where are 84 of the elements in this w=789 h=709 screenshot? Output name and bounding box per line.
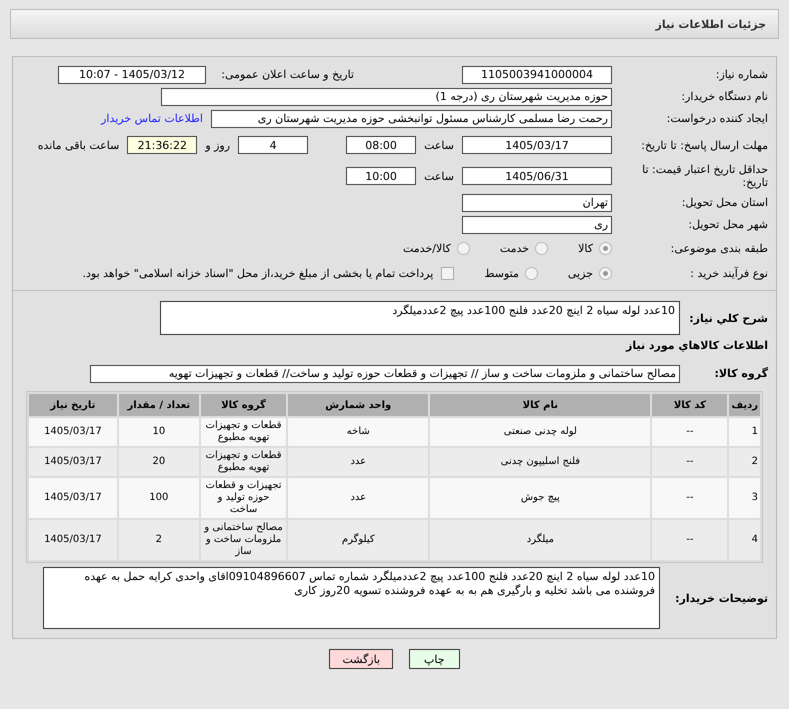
- table-cell: 1405/03/17: [29, 448, 117, 476]
- table-cell: 1405/03/17: [29, 418, 117, 446]
- radio-label: جزیی: [568, 266, 593, 280]
- table-cell: عدد: [288, 448, 428, 476]
- table-cell: فلنج اسلیپون چدنی: [430, 448, 650, 476]
- field-label: تاریخ و ساعت اعلان عمومی:: [220, 68, 355, 81]
- validity-date-field: 1405/06/31: [462, 167, 612, 185]
- province-field: تهران: [462, 194, 612, 212]
- table-cell: کیلوگرم: [288, 520, 428, 560]
- column-header: گروه کالا: [200, 394, 286, 416]
- column-header: تاریخ نیاز: [29, 394, 117, 416]
- need-number-field: 1105003941000004: [462, 66, 612, 84]
- deadline-date-field: 1405/03/17: [462, 136, 612, 154]
- radio-button[interactable]: [599, 242, 612, 254]
- column-header: کد کالا: [652, 394, 728, 416]
- field-label: شهر محل تحویل:: [687, 218, 768, 231]
- days-field: 4: [238, 136, 308, 154]
- back-button[interactable]: بازگشت: [329, 649, 394, 669]
- creator-field: رحمت رضا مسلمی کارشناس مسئول توانبخشی حوزه مدیریت شهرستان ری: [211, 110, 612, 128]
- table-cell: پیچ جوش: [430, 478, 650, 518]
- field-label: ایجاد کننده درخواست:: [666, 112, 768, 125]
- checkbox[interactable]: [441, 266, 454, 280]
- field-label: مهلت ارسال پاسخ: تا تاریخ:: [640, 138, 768, 152]
- field-label: استان محل تحویل:: [680, 196, 768, 209]
- table-cell: شاخه: [288, 418, 428, 446]
- column-header: ردیف: [729, 394, 760, 416]
- table-cell: 2: [118, 520, 199, 560]
- buyer-notes-field: 10عدد لوله سیاه 2 اینچ 20عدد فلنج 100عدد پیچ 2عددمیلگرد شماره تماس 09104896607اقای واحدی کرایه حمل به عهده فروشنده می باشد تخلیه و بارگیری هم به به عهده فروشنده تسویه 20روز کاری: [43, 567, 660, 629]
- page-title: جزئیات اطلاعات نیاز: [656, 18, 766, 30]
- announce-date-field: 1405/03/12 - 10:07: [58, 66, 206, 84]
- radio-label: خدمت: [500, 242, 530, 254]
- table-cell: --: [652, 448, 728, 476]
- table-cell: 1405/03/17: [29, 478, 117, 518]
- radio-button[interactable]: [599, 266, 612, 280]
- table-cell: 20: [118, 448, 199, 476]
- city-field: ری: [462, 216, 612, 234]
- table-cell: عدد: [288, 478, 428, 518]
- buyer-org-field: حوزه مدیریت شهرستان ری (درجه 1): [161, 88, 612, 106]
- table-cell: 1405/03/17: [29, 520, 117, 560]
- field-label: شماره نیاز:: [714, 68, 768, 81]
- radio-label: متوسط: [484, 266, 519, 280]
- field-label: گروه کالا:: [713, 367, 768, 380]
- remaining-time-field: 21:36:22: [127, 136, 198, 154]
- field-label: نوع فرآیند خرید :: [689, 266, 768, 280]
- section-title: اطلاعات كالاهاي مورد نياز: [624, 339, 768, 352]
- time-label: ساعت: [424, 138, 454, 152]
- table-cell: میلگرد: [430, 520, 650, 560]
- table-cell: تجهیزات و قطعات حوزه تولید و ساخت: [200, 478, 286, 518]
- radio-button[interactable]: [456, 242, 470, 254]
- validity-time-field: 10:00: [346, 167, 416, 185]
- buyer-contact-link[interactable]: اطلاعات تماس خریدار: [101, 112, 203, 125]
- radio-label: کالا/خدمت: [403, 242, 451, 254]
- table-cell: مصالح ساختمانی و ملزومات ساخت و ساز: [200, 520, 286, 560]
- table-cell: لوله چدنی صنعتی: [430, 418, 650, 446]
- deadline-time-field: 08:00: [346, 136, 416, 154]
- field-label: نام دستگاه خریدار:: [680, 90, 768, 103]
- table-cell: 10: [118, 418, 199, 446]
- description-field: 10عدد لوله سیاه 2 اینچ 20عدد فلنج 100عدد پیچ 2عددمیلگرد: [160, 301, 680, 335]
- radio-label: کالا: [578, 242, 593, 254]
- table-cell: 4: [729, 520, 760, 560]
- table-cell: --: [652, 520, 728, 560]
- table-cell: 3: [729, 478, 760, 518]
- table-cell: 100: [118, 478, 199, 518]
- checkbox-label: پرداخت تمام یا بخشی از مبلغ خرید،از محل "اسناد خزانه اسلامی" خواهد بود.: [82, 266, 434, 280]
- column-header: نام کالا: [430, 394, 650, 416]
- table-cell: قطعات و تجهیزات تهویه مطبوع: [200, 418, 286, 446]
- column-header: واحد شمارش: [288, 394, 428, 416]
- time-label: ساعت: [424, 170, 454, 182]
- remaining-label: ساعت باقی مانده: [38, 138, 120, 152]
- radio-button[interactable]: [535, 242, 548, 254]
- radio-button[interactable]: [524, 266, 538, 280]
- goods-group-field: مصالح ساختمانی و ملزومات ساخت و ساز // تجهیزات و قطعات حوزه تولید و ساخت// قطعات و تجهیزات تهویه: [90, 364, 680, 382]
- table-cell: --: [652, 478, 728, 518]
- field-label: حداقل تاریخ اعتبار قیمت: تا تاریخ:: [641, 163, 768, 189]
- column-header: تعداد / مقدار: [118, 394, 199, 416]
- field-label: شرح كلي نياز:: [688, 312, 768, 324]
- table-cell: قطعات و تجهیزات تهویه مطبوع: [200, 448, 286, 476]
- table-cell: 2: [729, 448, 760, 476]
- field-label: طبقه بندی موضوعی:: [670, 242, 768, 254]
- days-label: روز و: [205, 138, 230, 152]
- field-label: توضیحات خریدار:: [674, 592, 768, 604]
- table-cell: --: [652, 418, 728, 446]
- table-cell: 1: [729, 418, 760, 446]
- print-button[interactable]: چاپ: [409, 649, 460, 669]
